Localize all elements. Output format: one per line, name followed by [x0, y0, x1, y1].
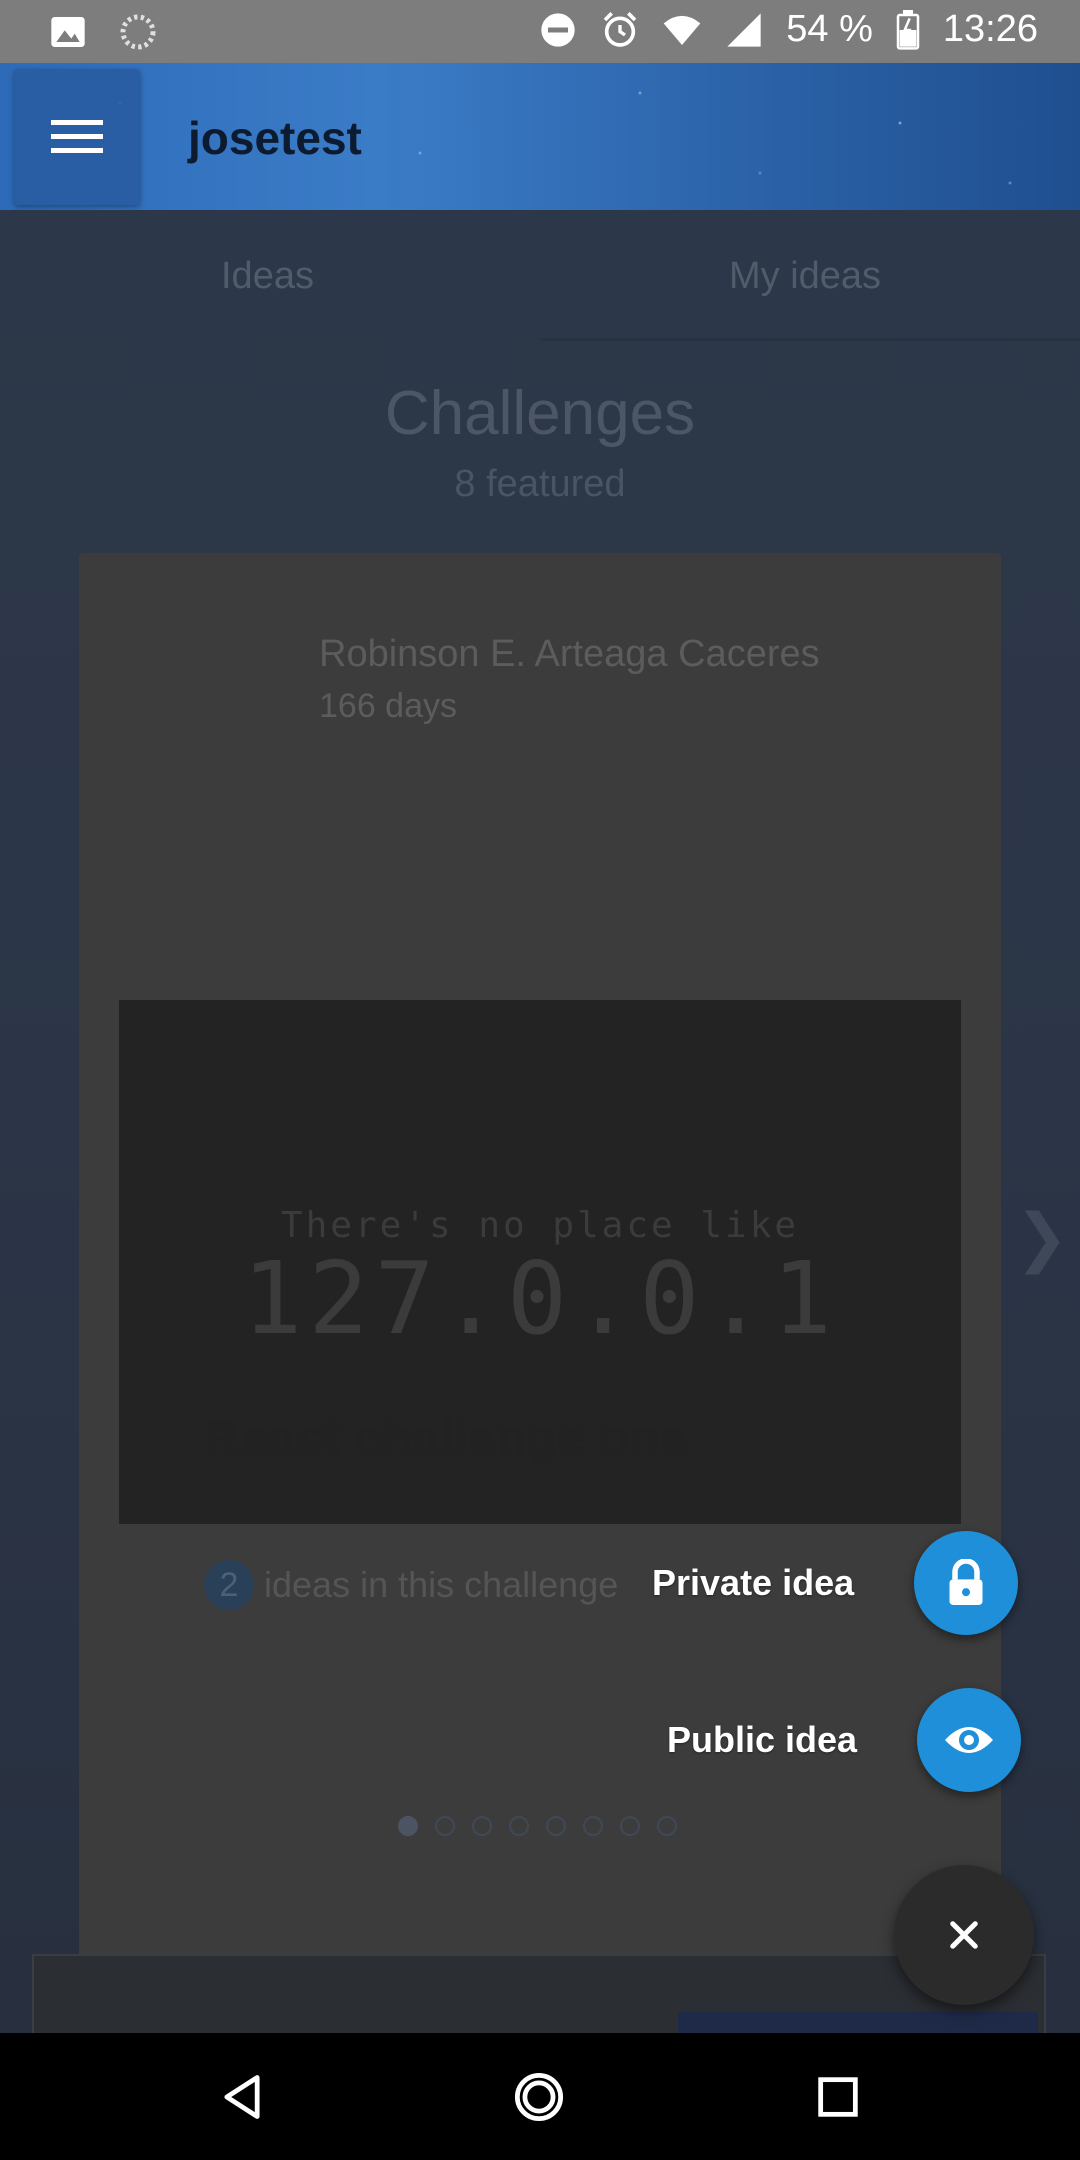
- private-idea-label[interactable]: Private idea: [652, 1562, 854, 1604]
- speed-dial-close-button[interactable]: [894, 1865, 1034, 2005]
- private-idea-action[interactable]: Private idea: [652, 1531, 1019, 1635]
- clock: 13:26: [942, 8, 1038, 50]
- challenges-subtitle: 8 featured: [454, 463, 626, 505]
- carousel-dots: [398, 1816, 677, 1836]
- public-idea-button[interactable]: [917, 1688, 1022, 1792]
- carousel-dot[interactable]: [509, 1816, 529, 1836]
- tab-ideas[interactable]: Ideas: [221, 255, 314, 298]
- battery-percent: 54 %: [786, 8, 873, 50]
- hamburger-menu-icon: [51, 120, 103, 154]
- dnd-icon: [541, 12, 575, 47]
- author-name: Robinson E. Arteaga Caceres: [319, 633, 820, 675]
- carousel-dot[interactable]: [398, 1816, 418, 1836]
- battery-icon: [896, 9, 920, 50]
- navigation-bar: [0, 2033, 1080, 2160]
- wifi-icon: [663, 15, 701, 45]
- carousel-dot[interactable]: [657, 1816, 677, 1836]
- sync-icon: [120, 14, 156, 50]
- ideas-count-label: ideas in this challenge: [264, 1564, 619, 1605]
- back-triangle-icon[interactable]: [216, 2071, 268, 2123]
- challenges-title: Challenges: [384, 379, 696, 448]
- image-icon: [51, 17, 85, 47]
- image-text-line2: 127.0.0.1: [242, 1240, 838, 1357]
- ideas-count-badge: 2: [204, 1560, 254, 1610]
- carousel-dot[interactable]: [472, 1816, 492, 1836]
- close-icon: [950, 1921, 978, 1949]
- eye-icon: [945, 1727, 994, 1753]
- carousel-dot[interactable]: [546, 1816, 566, 1836]
- app-bar-background: [0, 63, 1080, 210]
- signal-icon: [727, 12, 761, 47]
- challenge-title: React challenge one: [204, 1409, 688, 1465]
- carousel-dot[interactable]: [435, 1816, 455, 1836]
- public-idea-label[interactable]: Public idea: [667, 1719, 857, 1761]
- next-section-card[interactable]: [32, 1954, 1046, 2033]
- carousel-dot[interactable]: [620, 1816, 640, 1836]
- tab-indicator: [540, 338, 1080, 341]
- home-circle-icon[interactable]: [513, 2071, 565, 2123]
- next-arrow-icon[interactable]: ❯: [1015, 1200, 1069, 1275]
- public-idea-action[interactable]: Public idea: [667, 1688, 1022, 1792]
- app-title: josetest: [188, 112, 362, 164]
- recents-square-icon[interactable]: [812, 2071, 864, 2123]
- app-bar: josetest: [0, 63, 1080, 210]
- lock-icon: [949, 1559, 983, 1605]
- tab-bar: Ideas My ideas: [0, 210, 1080, 341]
- ideas-count-row: 2 ideas in this challenge: [204, 1560, 618, 1610]
- alarm-icon: [603, 11, 637, 47]
- status-bar: 54 % 13:26: [0, 0, 1080, 63]
- tab-my-ideas[interactable]: My ideas: [729, 255, 881, 298]
- next-section-tag: [678, 2012, 1038, 2033]
- menu-button[interactable]: [14, 69, 140, 205]
- author-days: 166 days: [319, 687, 457, 725]
- carousel-dot[interactable]: [583, 1816, 603, 1836]
- private-idea-button[interactable]: [914, 1531, 1019, 1635]
